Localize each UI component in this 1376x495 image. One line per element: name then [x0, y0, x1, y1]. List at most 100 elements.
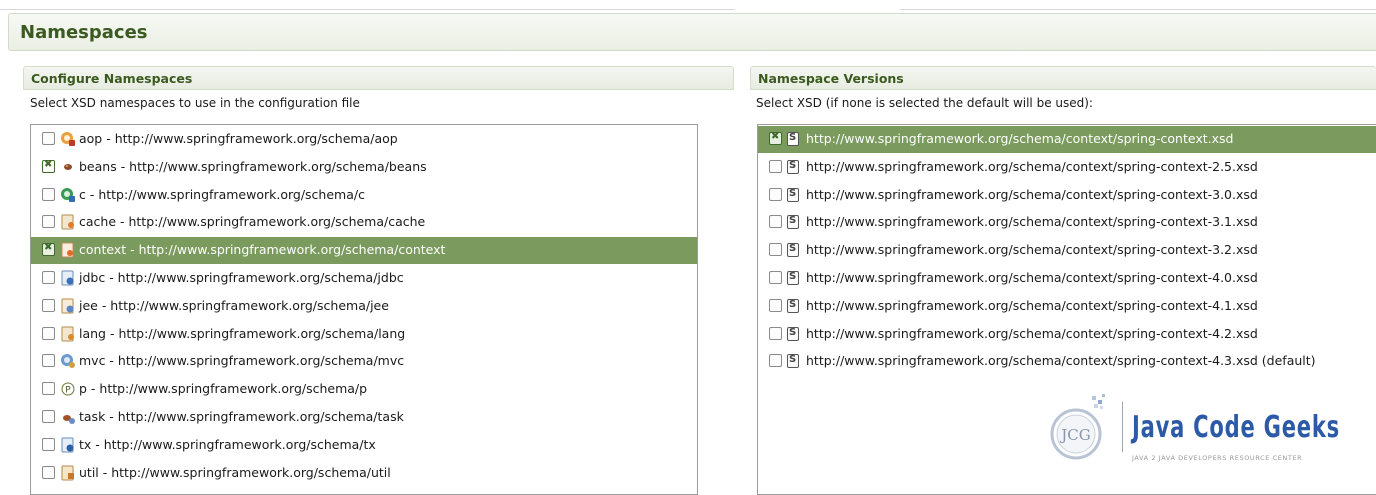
namespace-checkbox[interactable] — [42, 215, 55, 229]
aop-icon — [60, 131, 76, 147]
namespace-row[interactable]: aop - http://www.springframework.org/sch… — [31, 126, 697, 153]
jcg-badge-text: JCG — [1059, 426, 1090, 444]
version-checkbox[interactable] — [769, 298, 782, 312]
namespace-label: tx - http://www.springframework.org/sche… — [79, 436, 376, 452]
jcg-badge-icon: JCG — [1050, 394, 1105, 460]
namespace-label: task - http://www.springframework.org/sc… — [79, 409, 404, 424]
logo-name: Java Code Geeks — [1132, 410, 1340, 445]
tx-icon — [60, 437, 76, 453]
c-icon — [60, 187, 76, 203]
version-checkbox[interactable] — [769, 271, 782, 284]
task-icon — [60, 409, 76, 425]
namespace-row[interactable]: c - http://www.springframework.org/schem… — [31, 182, 697, 209]
namespace-row[interactable]: context - http://www.springframework.org… — [31, 237, 697, 265]
version-row[interactable]: Shttp://www.springframework.org/schema/c… — [758, 348, 1376, 375]
version-label: http://www.springframework.org/schema/co… — [806, 242, 1258, 258]
namespace-list[interactable]: aop - http://www.springframework.org/sch… — [30, 124, 698, 495]
schema-file-icon: S — [787, 159, 799, 174]
version-row[interactable]: Shttp://www.springframework.org/schema/c… — [758, 209, 1376, 236]
namespace-checkbox[interactable] — [42, 132, 55, 145]
namespace-label: context - http://www.springframework.org… — [79, 242, 446, 258]
jdbc-icon — [60, 270, 76, 286]
version-row[interactable]: Shttp://www.springframework.org/schema/c… — [758, 126, 1376, 153]
schema-file-icon: S — [787, 326, 799, 341]
version-label: http://www.springframework.org/schema/co… — [806, 353, 1316, 369]
schema-file-icon: S — [787, 354, 799, 369]
version-row[interactable]: Shttp://www.springframework.org/schema/c… — [758, 265, 1376, 292]
schema-file-icon: S — [787, 215, 799, 230]
version-label: http://www.springframework.org/schema/co… — [806, 270, 1258, 285]
namespace-checkbox[interactable] — [42, 410, 55, 423]
version-label: http://www.springframework.org/schema/co… — [806, 297, 1258, 313]
namespace-label: aop - http://www.springframework.org/sch… — [79, 131, 398, 146]
namespace-label: cache - http://www.springframework.org/s… — [79, 214, 426, 230]
namespace-checkbox[interactable] — [42, 271, 55, 284]
namespace-row[interactable]: beans - http://www.springframework.org/s… — [31, 154, 697, 181]
jee-icon — [60, 298, 76, 314]
namespace-checkbox[interactable] — [42, 187, 55, 201]
namespace-checkbox[interactable] — [42, 298, 55, 312]
beans-icon — [60, 159, 76, 175]
p-icon: P — [60, 381, 76, 397]
namespace-label: mvc - http://www.springframework.org/sch… — [79, 353, 405, 369]
namespace-row[interactable]: lang - http://www.springframework.org/sc… — [31, 321, 697, 348]
version-label: http://www.springframework.org/schema/co… — [806, 131, 1234, 146]
logo-tagline: JAVA 2 JAVA DEVELOPERS RESOURCE CENTER — [1132, 454, 1303, 462]
lang-icon — [60, 326, 76, 342]
version-label: http://www.springframework.org/schema/co… — [806, 158, 1258, 174]
namespace-label: jee - http://www.springframework.org/sch… — [79, 297, 389, 313]
namespace-row[interactable]: task - http://www.springframework.org/sc… — [31, 404, 697, 431]
version-checkbox[interactable] — [769, 187, 782, 201]
namespace-versions-header: Namespace Versions — [750, 66, 1376, 90]
logo-divider — [1122, 402, 1123, 452]
namespace-row[interactable]: Pp - http://www.springframework.org/sche… — [31, 376, 697, 403]
namespace-row[interactable]: jdbc - http://www.springframework.org/sc… — [31, 265, 697, 292]
namespace-row[interactable]: jee - http://www.springframework.org/sch… — [31, 293, 697, 320]
namespace-label: lang - http://www.springframework.org/sc… — [79, 325, 406, 341]
version-checkbox[interactable] — [769, 354, 782, 368]
version-checkbox[interactable] — [769, 131, 782, 145]
namespace-checkbox[interactable] — [42, 465, 55, 479]
configure-namespaces-description: Select XSD namespaces to use in the conf… — [30, 96, 360, 110]
namespace-checkbox[interactable] — [42, 382, 55, 396]
version-checkbox[interactable] — [769, 326, 782, 340]
namespace-checkbox[interactable] — [42, 326, 55, 340]
namespace-checkbox[interactable] — [42, 242, 55, 257]
svg-text:P: P — [65, 386, 71, 396]
version-row[interactable]: Shttp://www.springframework.org/schema/c… — [758, 182, 1376, 209]
configure-namespaces-header: Configure Namespaces — [23, 66, 734, 90]
schema-file-icon: S — [787, 243, 799, 258]
version-row[interactable]: Shttp://www.springframework.org/schema/c… — [758, 154, 1376, 181]
namespace-label: beans - http://www.springframework.org/s… — [79, 158, 427, 174]
namespace-checkbox[interactable] — [42, 437, 55, 451]
namespace-row[interactable]: tx - http://www.springframework.org/sche… — [31, 432, 697, 459]
top-divider-right — [900, 9, 1376, 10]
schema-file-icon: S — [787, 271, 799, 285]
version-checkbox[interactable] — [769, 159, 782, 173]
namespace-row[interactable]: cache - http://www.springframework.org/s… — [31, 209, 697, 236]
namespace-checkbox[interactable] — [42, 354, 55, 368]
namespace-label: jdbc - http://www.springframework.org/sc… — [79, 270, 404, 285]
namespace-row[interactable]: util - http://www.springframework.org/sc… — [31, 460, 697, 487]
version-row[interactable]: Shttp://www.springframework.org/schema/c… — [758, 237, 1376, 264]
mvc-icon — [60, 353, 76, 369]
namespace-checkbox[interactable] — [42, 159, 55, 173]
page-header: Namespaces — [8, 13, 1376, 51]
version-label: http://www.springframework.org/schema/co… — [806, 186, 1258, 202]
page-title: Namespaces — [20, 22, 148, 43]
version-label: http://www.springframework.org/schema/co… — [806, 214, 1258, 230]
namespace-label: c - http://www.springframework.org/schem… — [79, 186, 365, 202]
version-row[interactable]: Shttp://www.springframework.org/schema/c… — [758, 321, 1376, 348]
version-row[interactable]: Shttp://www.springframework.org/schema/c… — [758, 293, 1376, 320]
util-icon — [60, 465, 76, 481]
cache-icon — [60, 214, 76, 230]
namespace-versions-description: Select XSD (if none is selected the defa… — [756, 96, 1093, 110]
version-checkbox[interactable] — [769, 243, 782, 257]
namespace-label: p - http://www.springframework.org/schem… — [79, 381, 368, 397]
schema-file-icon: S — [787, 132, 799, 146]
version-checkbox[interactable] — [769, 215, 782, 229]
version-label: http://www.springframework.org/schema/co… — [806, 325, 1258, 341]
schema-file-icon: S — [787, 298, 799, 313]
namespace-row[interactable]: mvc - http://www.springframework.org/sch… — [31, 348, 697, 375]
schema-file-icon: S — [787, 187, 799, 202]
